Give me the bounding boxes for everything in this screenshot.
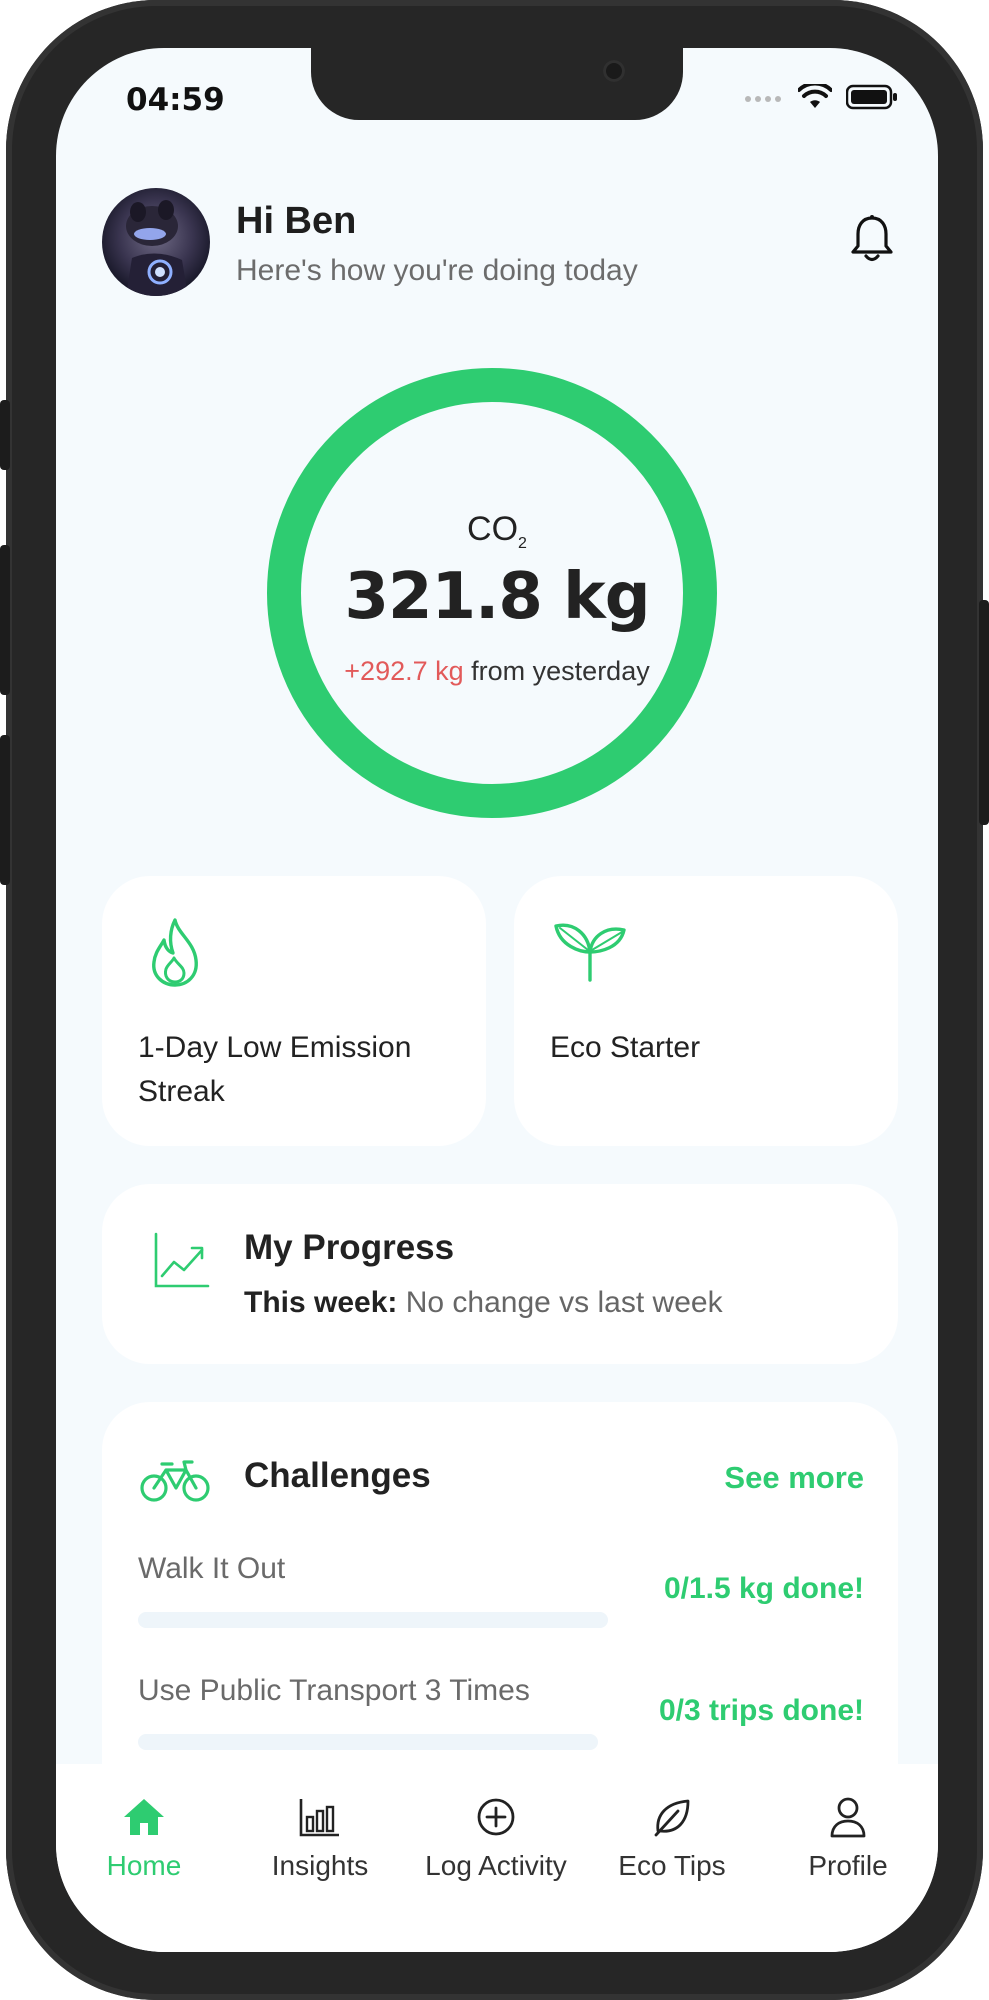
- trend-up-icon: [152, 1232, 210, 1295]
- badge-title-streak-line2: Streak: [138, 1075, 225, 1108]
- greeting: Hi Ben: [236, 200, 357, 242]
- co2-label: CO2: [56, 510, 938, 553]
- challenge-status: 0/1.5 kg done!: [663, 1572, 864, 1605]
- co2-label-text: CO: [467, 510, 519, 548]
- app-screen: 04:59 Hi Ben Here's how you're doing tod…: [56, 48, 938, 1952]
- challenge-status: 0/3 trips done!: [658, 1694, 864, 1727]
- battery-icon: [845, 84, 898, 115]
- nav-profile[interactable]: Profile: [760, 1794, 936, 1882]
- badge-card-streak[interactable]: 1-Day Low Emission Streak: [102, 876, 486, 1146]
- badge-card-eco-starter[interactable]: Eco Starter: [514, 876, 898, 1146]
- nav-log-activity[interactable]: Log Activity: [408, 1794, 584, 1882]
- flame-icon: [146, 916, 204, 993]
- co2-value: 321.8 kg: [344, 560, 650, 634]
- leaf-icon: [584, 1794, 760, 1840]
- challenges-title: Challenges: [244, 1456, 431, 1495]
- progress-summary: This week: No change vs last week: [244, 1286, 723, 1320]
- challenge-name: Use Public Transport 3 Times: [138, 1674, 530, 1707]
- power-button: [979, 600, 989, 825]
- home-icon: [56, 1794, 232, 1840]
- bell-icon[interactable]: [850, 214, 894, 269]
- greeting-subtitle: Here's how you're doing today: [236, 254, 638, 287]
- co2-delta-suffix: from yesterday: [471, 656, 650, 686]
- user-icon: [760, 1794, 936, 1840]
- progress-summary-label: This week:: [244, 1286, 398, 1319]
- challenges-card: Challenges See more Walk It Out 0/1.5 kg…: [102, 1402, 898, 1822]
- mute-switch: [0, 400, 10, 470]
- progress-title: My Progress: [244, 1228, 455, 1267]
- progress-card[interactable]: My Progress This week: No change vs last…: [102, 1184, 898, 1364]
- badge-title-streak-line1: 1-Day Low Emission: [138, 1031, 412, 1064]
- plus-circle-icon: [408, 1794, 584, 1840]
- nav-home[interactable]: Home: [56, 1794, 232, 1882]
- challenge-progress-bar: [138, 1612, 608, 1628]
- nav-label: Eco Tips: [618, 1850, 726, 1881]
- phone-frame: 04:59 Hi Ben Here's how you're doing tod…: [0, 0, 989, 2000]
- badge-title-eco-starter: Eco Starter: [550, 1031, 701, 1064]
- status-icons: [744, 81, 898, 115]
- see-more-link[interactable]: See more: [724, 1460, 864, 1496]
- bicycle-icon: [140, 1456, 210, 1509]
- co2-delta: +292.7 kg: [344, 656, 464, 686]
- wifi-icon: [797, 81, 833, 115]
- bottom-nav: Home Insights Log Activity Eco Tips Prof…: [56, 1764, 938, 1952]
- challenge-name: Walk It Out: [138, 1552, 286, 1585]
- challenge-progress-bar: [138, 1734, 598, 1750]
- nav-label: Insights: [271, 1850, 369, 1881]
- nav-label: Home: [106, 1850, 182, 1881]
- front-camera: [603, 60, 625, 82]
- nav-insights[interactable]: Insights: [232, 1794, 408, 1882]
- nav-eco-tips[interactable]: Eco Tips: [584, 1794, 760, 1882]
- co2-label-subscript: 2: [518, 534, 527, 552]
- volume-up-button: [0, 545, 10, 695]
- nav-label: Profile: [808, 1850, 888, 1881]
- notch: [311, 48, 683, 120]
- avatar[interactable]: [102, 188, 210, 296]
- signal-icon: [744, 91, 784, 109]
- sprout-icon: [552, 918, 628, 987]
- volume-down-button: [0, 735, 10, 885]
- nav-label: Log Activity: [425, 1850, 567, 1881]
- co2-change: +292.7 kg from yesterday: [56, 656, 938, 687]
- bar-chart-icon: [232, 1794, 408, 1840]
- progress-summary-text: No change vs last week: [405, 1286, 723, 1319]
- status-time: 04:59: [126, 82, 225, 118]
- badge-title-streak: 1-Day Low Emission Streak: [138, 1026, 411, 1114]
